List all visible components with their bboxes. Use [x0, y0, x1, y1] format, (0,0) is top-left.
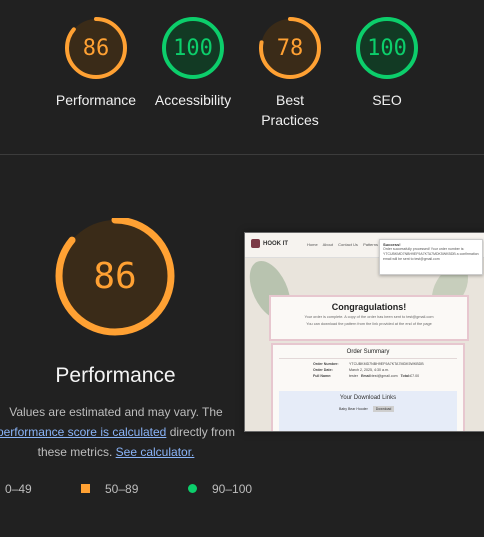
score-legend: 0–49 50–89 90–100 [0, 480, 484, 500]
thumb-download-links: Your Download Links Baby Bear Hooder Dow… [279, 391, 457, 431]
gauge-score: 100 [367, 36, 407, 61]
performance-note: Values are estimated and may vary. The p… [0, 402, 242, 462]
congrats-line1: Your order is complete. A copy of the or… [304, 315, 434, 319]
performance-main-score: 86 [93, 256, 137, 297]
legend-average-range: 50–89 [105, 482, 139, 496]
gauge-best-practices[interactable]: 78 Best Practices [240, 16, 340, 130]
thumb-nav-contact: Contact Us [338, 242, 358, 247]
summary-heading: Order Summary [346, 349, 390, 355]
summary-divider [279, 358, 457, 359]
thumb-success-popup: Success! Order successfully processed! Y… [379, 239, 483, 275]
download-item: Baby Bear Hooder Download [339, 406, 457, 412]
downloads-heading: Your Download Links [339, 395, 397, 401]
summary-row: Order Date: March 2, 2025, 4:30 a.m. [313, 368, 389, 372]
thumb-nav-about: About [322, 242, 334, 247]
gauge-performance[interactable]: 86 Performance [46, 16, 146, 110]
note-prefix: Values are estimated and may vary. The [9, 405, 223, 419]
gauge-label: SEO [372, 92, 402, 108]
thumb-congrats-card: Congragulations! Your order is complete.… [269, 295, 469, 341]
circle-pass-icon [188, 484, 197, 493]
note-line3: these metrics. [37, 445, 113, 459]
congrats-line2: You can download the pattern from the li… [306, 322, 432, 326]
see-calculator-link[interactable]: See calculator. [116, 445, 195, 459]
congrats-heading: Congragulations! [331, 302, 407, 312]
gauge-label: Performance [55, 92, 137, 108]
gauge-label-line1: Best [275, 92, 304, 108]
thumb-nav-patterns: Patterns [363, 242, 378, 247]
brand-logo-icon [251, 239, 260, 248]
thumb-brand: HOOK IT [263, 241, 288, 247]
score-calculated-link[interactable]: performance score is calculated [0, 425, 166, 439]
note-middle: directly from [169, 425, 236, 439]
summary-row: Full Name: tester Email:test@gmail.com To… [313, 374, 420, 378]
category-gauges: 86 Performance 100 Accessibility 78 Best… [0, 0, 484, 154]
performance-main-gauge: 86 [52, 216, 178, 344]
thumb-nav-home: Home [307, 242, 318, 247]
legend-fail-range: 0–49 [5, 482, 32, 496]
gauge-score: 86 [82, 36, 110, 61]
popup-text: Order successfully processed! Your order… [383, 247, 479, 261]
thumb-order-summary: Order Summary Order Number: YTCUBKMD7NBH9… [271, 343, 465, 431]
download-button: Download [372, 406, 395, 412]
gauge-label-line2: Practices [261, 112, 319, 128]
legend-pass-range: 90–100 [212, 482, 253, 496]
performance-title: Performance [55, 364, 176, 387]
gauge-accessibility[interactable]: 100 Accessibility [143, 16, 243, 110]
gauge-label: Accessibility [154, 92, 232, 108]
gauge-score: 100 [173, 36, 213, 61]
final-screenshot-thumbnail[interactable]: HOOK IT Home About Contact Us Patterns L… [244, 232, 484, 432]
square-average-icon [81, 484, 90, 493]
gauge-score: 78 [276, 36, 304, 61]
summary-row: Order Number: YTCUBKMD7NBH9EF9A7KTA7MDK5W… [313, 362, 424, 366]
gauge-seo[interactable]: 100 SEO [337, 16, 437, 110]
gauge-label: Best Practices [240, 90, 340, 130]
section-divider [0, 154, 484, 155]
